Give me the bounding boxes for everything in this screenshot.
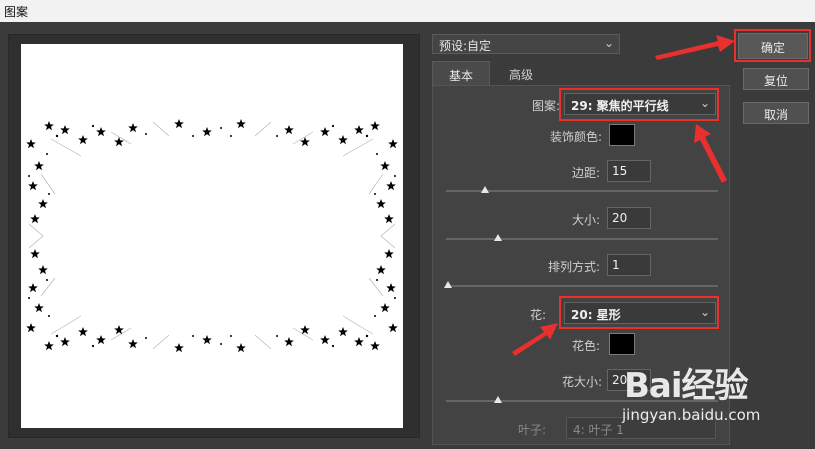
chevron-down-icon: ⌄ — [603, 36, 614, 50]
watermark-url: jingyan.baidu.com — [622, 406, 761, 424]
preset-value: 自定 — [467, 39, 492, 53]
arrange-label: 排列方式: — [547, 260, 600, 274]
leaf-value: 4: 叶子 1 — [573, 423, 624, 437]
watermark-brand: Bai经验 — [624, 366, 749, 406]
preset-select[interactable]: 预设:自定 ⌄ — [432, 34, 620, 54]
flower-size-slider-thumb[interactable] — [494, 396, 502, 403]
flower-select[interactable]: 20: 星形 ⌄ — [564, 302, 716, 324]
arrange-slider[interactable] — [444, 281, 718, 288]
chevron-down-icon: ⌄ — [699, 96, 710, 110]
margin-label: 边距: — [571, 166, 600, 180]
margin-slider[interactable] — [446, 186, 718, 193]
arrow-to-ok-icon — [655, 35, 735, 60]
flower-color-label: 花色: — [571, 339, 600, 353]
leaf-label: 叶子: — [517, 423, 546, 437]
decor-color-label: 装饰颜色: — [549, 130, 602, 144]
pattern-preview-canvas — [21, 44, 403, 428]
pattern-value: 29: 聚焦的平行线 — [571, 99, 669, 113]
arrange-input[interactable]: 1 — [607, 254, 651, 276]
frame-pattern-preview — [26, 119, 398, 353]
size-slider-thumb[interactable] — [494, 234, 502, 241]
flower-label: 花: — [529, 308, 546, 322]
reset-button[interactable]: 复位 — [743, 68, 809, 90]
tab-basic[interactable]: 基本 — [432, 61, 490, 86]
cancel-button[interactable]: 取消 — [743, 102, 809, 124]
ok-button[interactable]: 确定 — [738, 33, 808, 59]
flower-color-swatch[interactable] — [609, 333, 635, 355]
margin-slider-thumb[interactable] — [481, 186, 489, 193]
preset-label: 预设: — [439, 39, 468, 53]
tab-advanced[interactable]: 高级 — [490, 61, 552, 86]
arrange-slider-thumb[interactable] — [444, 281, 452, 288]
pattern-label: 图案: — [531, 99, 560, 113]
dialog-title-bar: 图案 — [0, 0, 815, 22]
size-input[interactable]: 20 — [607, 207, 651, 229]
dialog-title: 图案 — [4, 5, 29, 19]
decor-color-swatch[interactable] — [609, 124, 635, 146]
flower-value: 20: 星形 — [571, 308, 621, 322]
size-slider[interactable] — [446, 234, 718, 241]
size-label: 大小: — [571, 213, 600, 227]
flower-size-label: 花大小: — [561, 375, 602, 389]
pattern-select[interactable]: 29: 聚焦的平行线 ⌄ — [564, 93, 716, 115]
baidu-watermark: Bai经验 jingyan.baidu.com — [620, 356, 810, 436]
margin-input[interactable]: 15 — [607, 160, 651, 182]
chevron-down-icon: ⌄ — [699, 305, 710, 319]
